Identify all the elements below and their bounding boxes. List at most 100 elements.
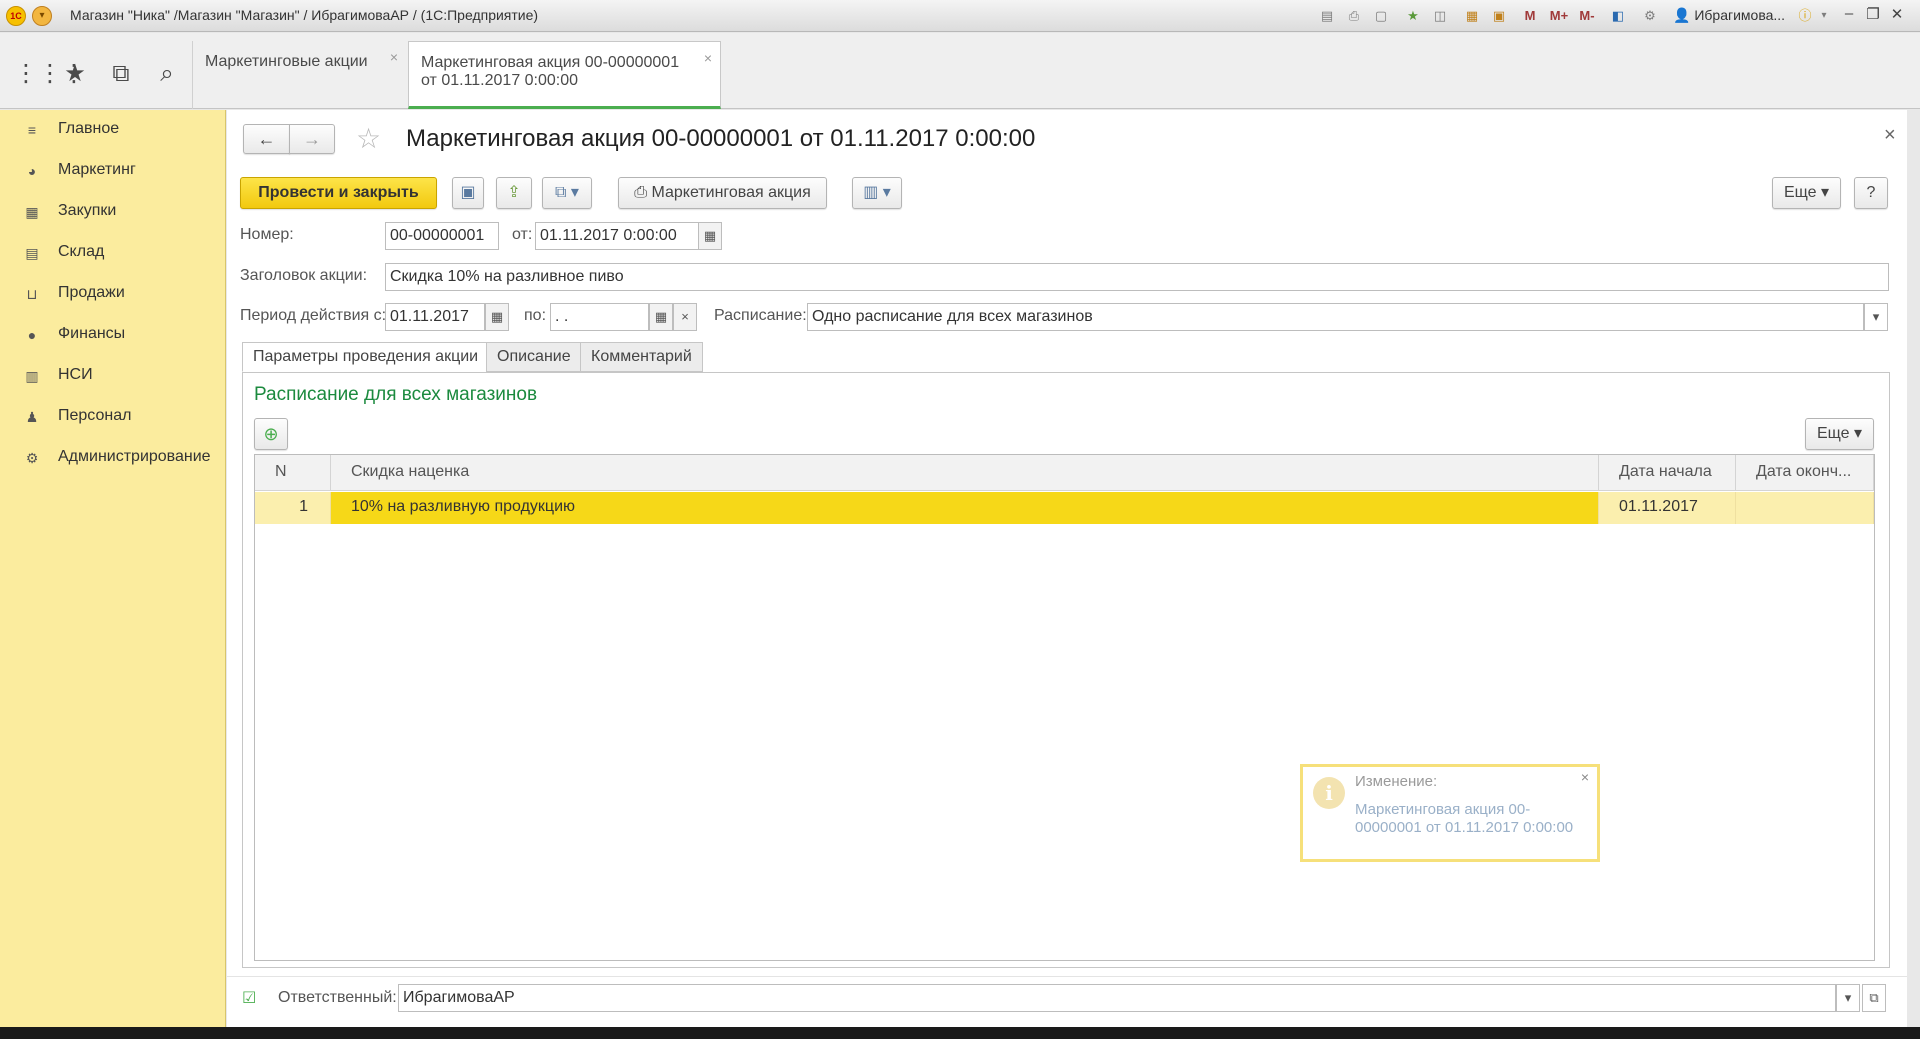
- schedule-field[interactable]: Одно расписание для всех магазинов: [807, 303, 1864, 331]
- m-plus-icon[interactable]: M+: [1546, 7, 1572, 25]
- sidebar-item-nsi[interactable]: ▥ НСИ: [0, 356, 226, 396]
- tools-icon[interactable]: ⚙: [1641, 7, 1659, 25]
- column-header-end-date[interactable]: Дата оконч...: [1736, 455, 1874, 491]
- save-icon[interactable]: ▣: [452, 177, 484, 209]
- help-button[interactable]: ?: [1854, 177, 1888, 209]
- star-icon[interactable]: ★: [60, 59, 90, 89]
- search-icon[interactable]: ⌕: [152, 59, 182, 89]
- period-to-field[interactable]: . .: [550, 303, 649, 331]
- grid-more-button[interactable]: Еще ▾: [1805, 418, 1874, 450]
- tab-label-line2: от 01.11.2017 0:00:00: [421, 72, 579, 89]
- print-icon[interactable]: ⎙: [1345, 7, 1363, 25]
- reference-book-icon: ▥: [25, 368, 39, 384]
- window-title: Магазин "Ника" /Магазин "Магазин" / Ибра…: [70, 7, 539, 23]
- user-menu[interactable]: 👤 Ибрагимова...: [1673, 7, 1785, 24]
- cart-icon: ▦: [25, 204, 39, 220]
- date-label: от:: [512, 226, 533, 243]
- panel-icon[interactable]: ◧: [1609, 7, 1627, 25]
- cell-end-date[interactable]: [1736, 492, 1874, 524]
- back-arrow-icon[interactable]: ←: [243, 124, 290, 154]
- user-name: Ибрагимова...: [1694, 7, 1786, 23]
- create-based-on-icon[interactable]: ⧉ ▾: [542, 177, 592, 209]
- chevron-down-icon[interactable]: ▾: [1836, 984, 1860, 1012]
- calendar-icon[interactable]: ▦: [485, 303, 509, 331]
- close-form-icon[interactable]: ×: [1884, 124, 1896, 147]
- number-field[interactable]: 00-00000001: [385, 222, 499, 250]
- calculator-icon[interactable]: ▦: [1463, 7, 1481, 25]
- date-field[interactable]: 01.11.2017 0:00:00: [535, 222, 699, 250]
- post-icon[interactable]: ⇪: [496, 177, 532, 209]
- cell-n[interactable]: 1: [255, 492, 331, 524]
- column-header-discount[interactable]: Скидка наценка: [331, 455, 1599, 491]
- close-icon[interactable]: ×: [1581, 769, 1589, 785]
- cell-start-date[interactable]: 01.11.2017: [1599, 492, 1736, 524]
- tab-marketing-actions[interactable]: Маркетинговые акции ×: [192, 41, 406, 109]
- chevron-down-icon[interactable]: ▾: [1864, 303, 1888, 331]
- notification-link[interactable]: Маркетинговая акция 00-00000001 от 01.11…: [1355, 801, 1575, 837]
- history-nav-icon[interactable]: ⧉: [106, 59, 136, 89]
- notification-title: Изменение:: [1355, 773, 1438, 790]
- user-icon: 👤: [1673, 7, 1695, 23]
- header-field[interactable]: Скидка 10% на разливное пиво: [385, 263, 1889, 291]
- basket-icon: ⊔: [26, 286, 38, 302]
- column-header-n[interactable]: N: [255, 455, 331, 491]
- sidebar-item-purchases[interactable]: ▦ Закупки: [0, 192, 226, 232]
- close-icon[interactable]: ×: [704, 50, 712, 66]
- cell-discount[interactable]: 10% на разливную продукцию: [331, 492, 1599, 524]
- tab-marketing-action-doc[interactable]: Маркетинговая акция 00-00000001 от 01.11…: [408, 41, 721, 109]
- restore-icon[interactable]: ❐: [1862, 5, 1884, 23]
- chevron-down-icon[interactable]: ▾: [1815, 7, 1833, 25]
- m-icon[interactable]: M: [1521, 7, 1539, 25]
- schedule-table[interactable]: N Скидка наценка Дата начала Дата оконч.…: [254, 454, 1875, 961]
- sidebar-item-personnel[interactable]: ♟ Персонал: [0, 397, 226, 437]
- post-and-close-button[interactable]: Провести и закрыть: [240, 177, 437, 209]
- apps-grid-icon[interactable]: ⋮⋮⋮: [14, 59, 86, 89]
- menu-lines-icon: ≡: [27, 122, 37, 138]
- 1c-logo-icon[interactable]: 1С: [6, 6, 26, 26]
- sidebar-item-finance[interactable]: ● Финансы: [0, 315, 226, 355]
- print-marketing-action-button[interactable]: ⎙ Маркетинговая акция: [618, 177, 827, 209]
- calendar-icon[interactable]: ▦: [698, 222, 722, 250]
- tab-description[interactable]: Описание: [486, 342, 582, 372]
- sidebar-item-main[interactable]: ≡ Главное: [0, 110, 226, 150]
- os-taskbar: [0, 1027, 1920, 1039]
- minimize-icon[interactable]: –: [1838, 5, 1860, 22]
- clear-icon[interactable]: ×: [673, 303, 697, 331]
- sidebar-item-warehouse[interactable]: ▤ Склад: [0, 233, 226, 273]
- change-notification[interactable]: i Изменение: Маркетинговая акция 00-0000…: [1300, 764, 1600, 862]
- main-menu-icon[interactable]: ▾: [32, 6, 52, 26]
- info-icon[interactable]: ⓘ: [1796, 7, 1814, 25]
- save-icon[interactable]: ▤: [1318, 7, 1336, 25]
- sidebar-item-label: Продажи: [58, 284, 125, 301]
- close-window-icon[interactable]: ✕: [1886, 5, 1908, 23]
- add-row-icon[interactable]: ⊕: [254, 418, 288, 450]
- sidebar-item-label: Администрирование: [58, 448, 211, 465]
- coin-icon: ●: [27, 327, 37, 343]
- favorite-star-icon[interactable]: ☆: [356, 124, 381, 154]
- period-from-field[interactable]: 01.11.2017: [385, 303, 485, 331]
- sidebar-item-admin[interactable]: ⚙ Администрирование: [0, 438, 226, 478]
- sidebar-item-sales[interactable]: ⊔ Продажи: [0, 274, 226, 314]
- m-minus-icon[interactable]: M-: [1574, 7, 1600, 25]
- history-icon[interactable]: ◫: [1431, 7, 1449, 25]
- column-header-start-date[interactable]: Дата начала: [1599, 455, 1736, 491]
- open-icon[interactable]: ⧉: [1862, 984, 1886, 1012]
- responsible-field[interactable]: ИбрагимоваАР: [398, 984, 1836, 1012]
- reports-icon[interactable]: ▥ ▾: [852, 177, 902, 209]
- forward-arrow-icon[interactable]: →: [289, 124, 335, 154]
- tab-parameters[interactable]: Параметры проведения акции: [242, 342, 490, 372]
- sidebar-item-marketing[interactable]: ◕ Маркетинг: [0, 151, 226, 191]
- more-button[interactable]: Еще ▾: [1772, 177, 1841, 209]
- gear-icon: ⚙: [25, 450, 39, 466]
- schedule-label: Расписание:: [714, 307, 807, 324]
- tab-comment[interactable]: Комментарий: [580, 342, 703, 372]
- checked-document-icon: ☑: [242, 990, 257, 1007]
- sidebar-item-label: Финансы: [58, 325, 126, 342]
- calendar-icon[interactable]: ▦: [649, 303, 673, 331]
- calendar-icon[interactable]: ▣: [1490, 7, 1508, 25]
- tab-label: Маркетинговые акции: [205, 53, 368, 70]
- favorite-add-icon[interactable]: ★: [1404, 7, 1422, 25]
- period-from-label: Период действия с:: [240, 307, 387, 324]
- close-icon[interactable]: ×: [390, 49, 398, 65]
- preview-icon[interactable]: ▢: [1372, 7, 1390, 25]
